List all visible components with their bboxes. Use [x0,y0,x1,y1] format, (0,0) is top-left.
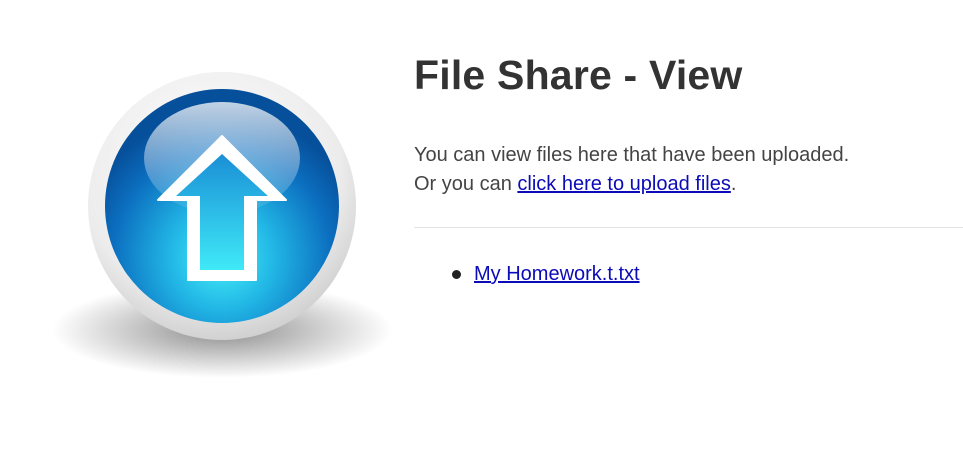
file-list: My Homework.t.txt [452,261,640,287]
intro-line-2: Or you can click here to upload files. [414,170,849,199]
upload-files-link[interactable]: click here to upload files [517,173,730,195]
upload-logo [44,62,400,392]
page-title: File Share - View [414,52,743,98]
divider [414,227,963,228]
intro-line-1: You can view files here that have been u… [414,144,850,166]
intro-text: You can view files here that have been u… [414,141,849,199]
bullet-icon [452,270,461,279]
intro-line-2-prefix: Or you can [414,173,518,195]
upload-arrow-icon [52,72,392,378]
intro-line-2-suffix: . [730,173,737,195]
file-link[interactable]: My Homework.t.txt [474,263,640,285]
list-item: My Homework.t.txt [452,261,640,287]
